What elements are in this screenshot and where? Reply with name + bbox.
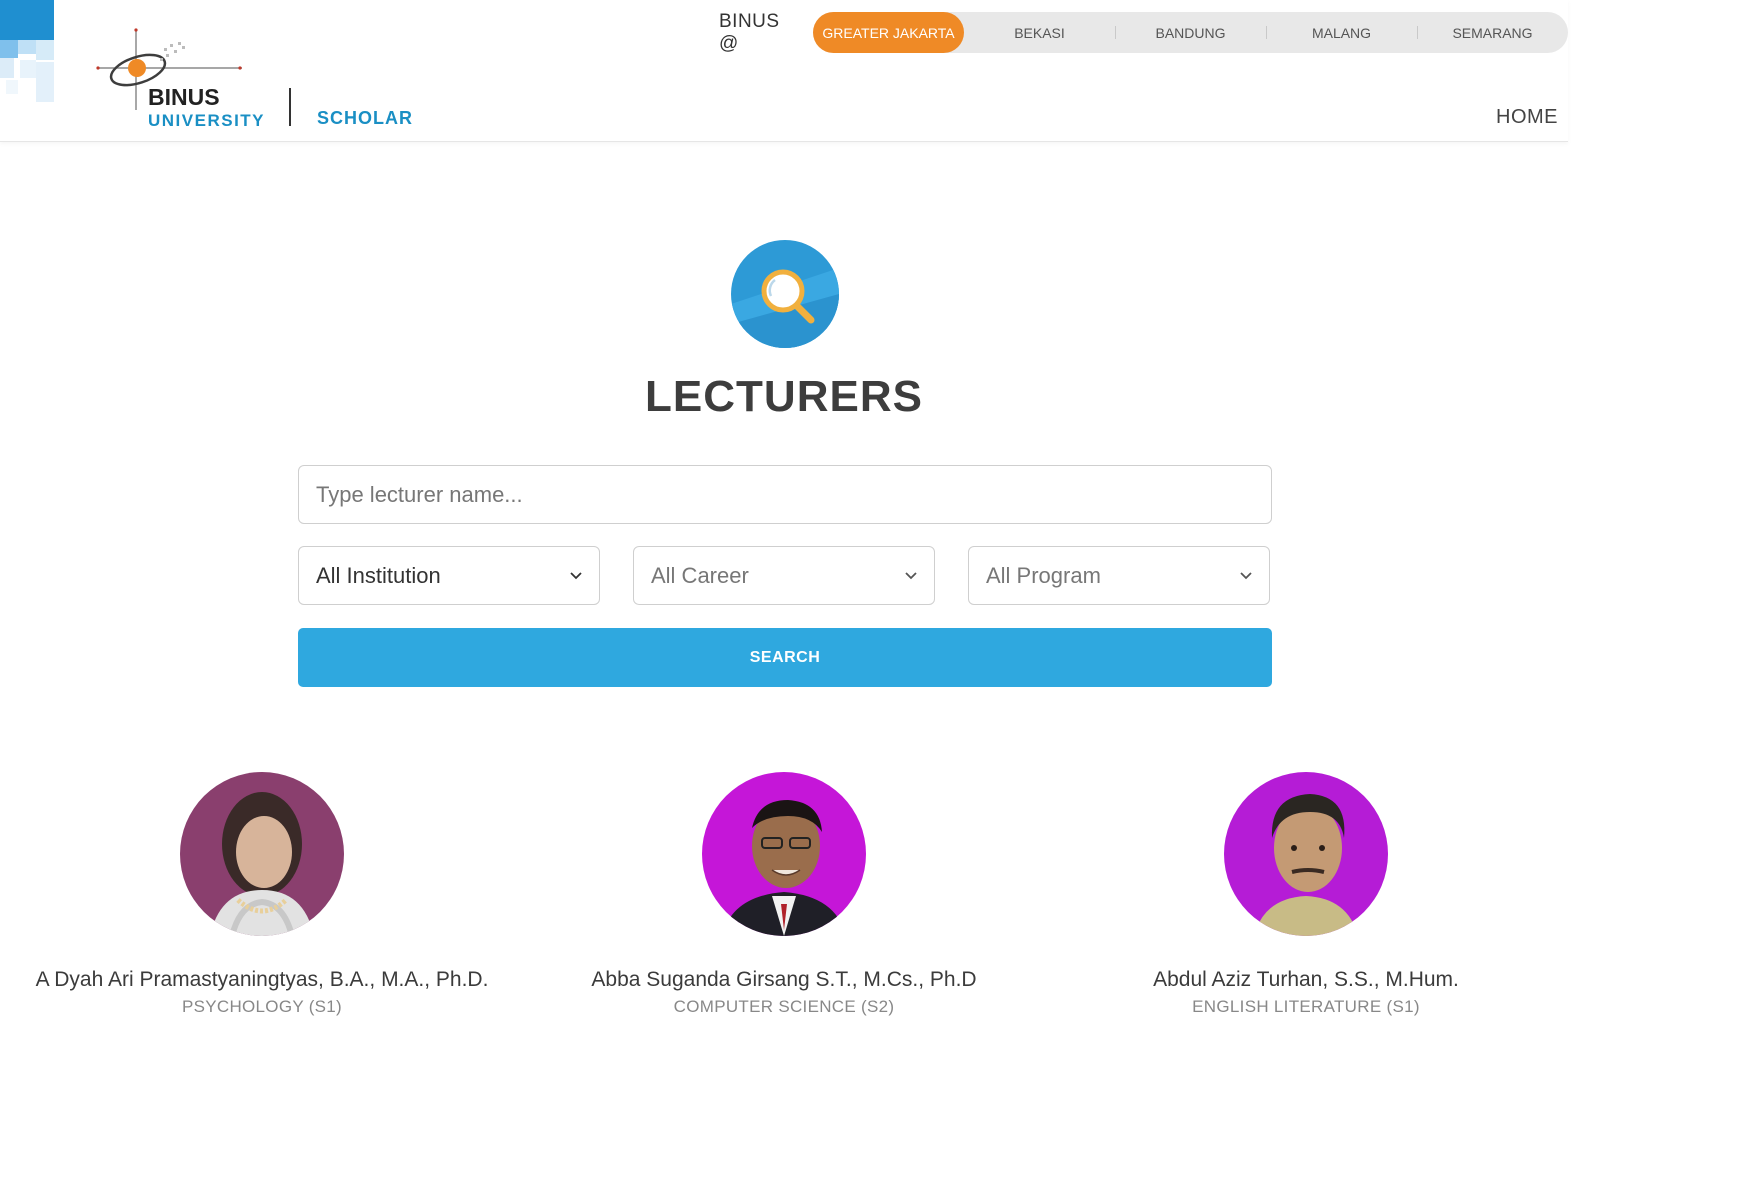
site-header: BINUS UNIVERSITY SCHOLAR BINUS @ GREATER… xyxy=(0,0,1568,142)
institution-select[interactable]: All Institution xyxy=(298,546,600,605)
lecturer-card[interactable]: Abba Suganda Girsang S.T., M.Cs., Ph.D C… xyxy=(524,772,1044,1017)
lecturer-avatar xyxy=(702,772,866,936)
magnifier-icon xyxy=(731,240,839,348)
campus-tab-label: MALANG xyxy=(1311,24,1372,41)
career-select-value: All Career xyxy=(651,562,749,588)
tab-separator xyxy=(1417,26,1418,39)
svg-text:BINUS: BINUS xyxy=(148,84,220,110)
nav-home-link[interactable]: HOME xyxy=(1496,106,1558,129)
campus-tab-label: GREATER JAKARTA xyxy=(822,24,955,41)
campus-tabs: GREATER JAKARTA BEKASI BANDUNG MALANG SE… xyxy=(813,12,1568,53)
lecturer-department: ENGLISH LITERATURE (S1) xyxy=(1192,997,1420,1016)
campus-tab-semarang[interactable]: SEMARANG xyxy=(1417,12,1568,53)
lecturer-department: COMPUTER SCIENCE (S2) xyxy=(673,997,895,1016)
program-select[interactable]: All Program xyxy=(968,546,1270,605)
lecturer-name: A Dyah Ari Pramastyaningtyas, B.A., M.A.… xyxy=(35,968,489,991)
campus-tab-label: SEMARANG xyxy=(1452,24,1533,41)
corner-decoration xyxy=(0,0,54,102)
tab-separator xyxy=(1115,26,1116,39)
campus-label: BINUS @ xyxy=(719,10,780,54)
scholar-label: SCHOLAR xyxy=(317,108,413,128)
campus-tab-label: BANDUNG xyxy=(1155,24,1226,41)
chevron-down-icon xyxy=(1240,572,1252,580)
lecturer-card[interactable]: A Dyah Ari Pramastyaningtyas, B.A., M.A.… xyxy=(2,772,522,1017)
career-select[interactable]: All Career xyxy=(633,546,935,605)
lecturer-name: Abdul Aziz Turhan, S.S., M.Hum. xyxy=(1153,968,1459,991)
page-title: LECTURERS xyxy=(645,372,923,421)
campus-tab-label: BEKASI xyxy=(1014,24,1065,41)
campus-selector: BINUS @ GREATER JAKARTA BEKASI BANDUNG M… xyxy=(719,10,1568,54)
lecturer-card[interactable]: Abdul Aziz Turhan, S.S., M.Hum. ENGLISH … xyxy=(1046,772,1566,1017)
institution-select-value: All Institution xyxy=(316,562,441,588)
tab-separator xyxy=(1266,26,1267,39)
campus-tab-bekasi[interactable]: BEKASI xyxy=(964,12,1115,53)
lecturer-name: Abba Suganda Girsang S.T., M.Cs., Ph.D xyxy=(591,968,977,991)
lecturer-avatar xyxy=(1224,772,1388,936)
campus-tab-bandung[interactable]: BANDUNG xyxy=(1115,12,1266,53)
lecturer-department: PSYCHOLOGY (S1) xyxy=(181,997,343,1016)
lecturer-name-input[interactable] xyxy=(298,465,1272,524)
program-select-value: All Program xyxy=(986,562,1101,588)
svg-text:UNIVERSITY: UNIVERSITY xyxy=(148,111,265,130)
campus-tab-greater-jakarta[interactable]: GREATER JAKARTA xyxy=(813,12,964,53)
campus-tab-malang[interactable]: MALANG xyxy=(1266,12,1417,53)
lecturer-avatar xyxy=(180,772,344,937)
chevron-down-icon xyxy=(570,572,582,580)
binus-logo[interactable]: BINUS UNIVERSITY xyxy=(94,26,274,130)
logo-divider xyxy=(289,88,291,126)
chevron-down-icon xyxy=(905,572,917,580)
search-button[interactable]: SEARCH xyxy=(298,628,1272,687)
